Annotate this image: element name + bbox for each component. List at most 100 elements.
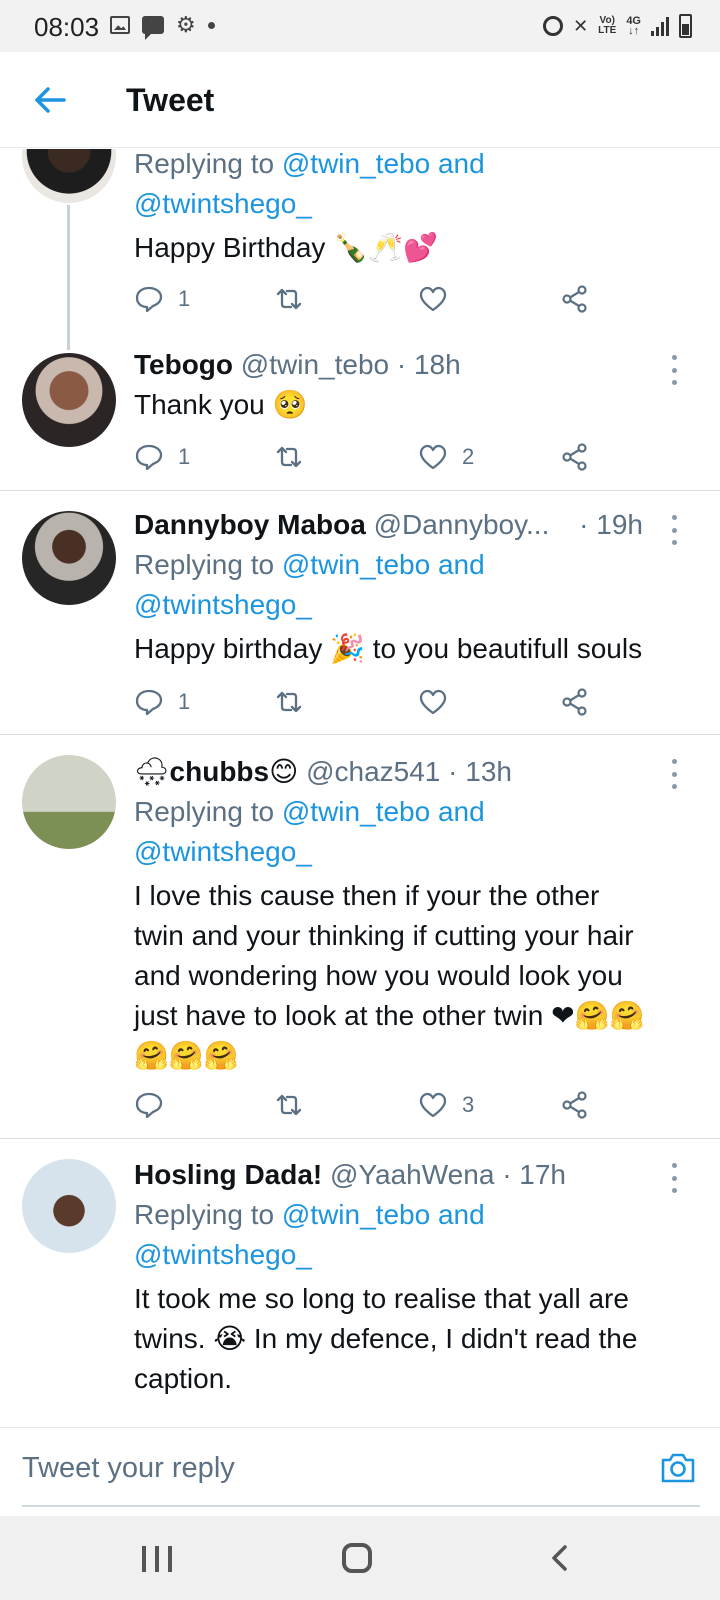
heart-icon [419, 286, 447, 312]
more-options-icon[interactable] [670, 515, 678, 545]
tweet-emoji: 🍾🥂💕 [333, 231, 438, 264]
avatar[interactable] [22, 1159, 116, 1253]
avatar[interactable] [22, 511, 116, 605]
author-name[interactable]: Hosling Dada! [134, 1159, 322, 1190]
tweet-time: · 13h [448, 756, 512, 787]
avatar[interactable] [22, 149, 116, 203]
battery-icon [679, 14, 692, 38]
share-button[interactable] [560, 281, 590, 317]
tweet-actions: 3 [134, 1087, 604, 1123]
tweet-item[interactable]: 🌨chubbs😊 @chaz541 · 13h Replying to @twi… [0, 735, 720, 1139]
mention-link[interactable]: @twintshego_ [134, 836, 312, 867]
like-button[interactable] [418, 684, 462, 720]
name-emoji: 😊 [269, 755, 299, 788]
mention-link[interactable]: @twin_tebo and [282, 149, 485, 179]
reply-input[interactable]: Tweet your reply [22, 1452, 235, 1485]
tweet-time: · 18h [396, 349, 461, 380]
tweet-emoji: 😭 [213, 1322, 247, 1355]
author-name[interactable]: Dannyboy Maboa [134, 509, 366, 540]
tweet-time: · 19h [579, 509, 643, 540]
tweet-emoji: 🎉 [330, 632, 365, 665]
heart-icon [419, 689, 447, 715]
reply-button[interactable]: 1 [134, 684, 190, 720]
status-time: 08:03 [34, 12, 100, 42]
tweet-actions: 1 [134, 281, 604, 317]
share-icon [562, 688, 587, 716]
author-handle[interactable]: @chaz541 [306, 756, 440, 787]
heart-icon [419, 444, 447, 470]
name-emoji: 🌨 [134, 755, 170, 788]
share-button[interactable] [560, 684, 590, 720]
system-back-icon[interactable] [548, 1544, 572, 1572]
heart-icon [419, 1092, 447, 1118]
more-options-icon[interactable] [670, 355, 678, 385]
retweet-button[interactable] [274, 439, 318, 475]
avatar[interactable] [22, 755, 116, 849]
gallery-notification-icon [110, 16, 130, 34]
tweet-emoji: ❤🤗🤗 [551, 999, 645, 1032]
retweet-icon [276, 446, 302, 468]
app-header: Tweet [0, 52, 720, 148]
reply-count: 1 [178, 689, 191, 714]
like-button[interactable] [418, 281, 462, 317]
tweet-item[interactable]: Hosling Dada! @YaahWena · 17h Replying t… [0, 1139, 720, 1427]
tweet-time: · 17h [502, 1159, 567, 1190]
thread-line [67, 205, 70, 350]
replying-to-label: Replying to [134, 796, 275, 827]
author-handle[interactable]: @Dannyboy... [374, 509, 550, 540]
like-button[interactable]: 3 [418, 1087, 474, 1123]
reply-icon [135, 444, 163, 471]
tweet-text: It took me so long to realise that yall … [134, 1283, 638, 1394]
more-options-icon[interactable] [670, 759, 678, 789]
mute-icon: ✕ [573, 15, 589, 36]
mention-link[interactable]: @twin_tebo and [282, 1199, 485, 1230]
mention-link[interactable]: @twin_tebo and [282, 549, 485, 580]
replying-to-label: Replying to [134, 149, 275, 179]
reply-count: 1 [178, 444, 191, 469]
author-handle[interactable]: @twin_tebo [241, 349, 389, 380]
camera-icon[interactable] [658, 1448, 698, 1488]
mention-link[interactable]: @twintshego_ [134, 589, 312, 620]
replying-to-label: Replying to [134, 549, 275, 580]
retweet-button[interactable] [274, 281, 318, 317]
tweet-item[interactable]: Tebogo @twin_tebo · 18h Thank you 🥺 1 2 [0, 339, 720, 491]
mention-link[interactable]: @twin_tebo and [282, 796, 485, 827]
reply-icon [135, 689, 163, 716]
tweet-text: I love this cause then if your the other… [134, 876, 696, 1076]
reply-count: 1 [178, 286, 191, 311]
share-button[interactable] [560, 439, 590, 475]
author-handle[interactable]: @YaahWena [330, 1159, 494, 1190]
avatar[interactable] [22, 353, 116, 447]
reply-composer: Tweet your reply [0, 1427, 720, 1516]
share-button[interactable] [560, 1087, 590, 1123]
mention-link[interactable]: @twintshego_ [134, 188, 312, 219]
more-notifications-icon [207, 21, 215, 29]
page-title: Tweet [126, 82, 215, 118]
retweet-button[interactable] [274, 1087, 318, 1123]
mention-link[interactable]: @twintshego_ [134, 1239, 312, 1270]
reply-feed[interactable]: Replying to @twin_tebo and @twintshego_ … [0, 149, 720, 1427]
back-arrow-icon[interactable] [30, 80, 70, 120]
reply-button[interactable]: 1 [134, 439, 190, 475]
retweet-icon [276, 1094, 302, 1116]
more-options-icon[interactable] [670, 1163, 678, 1193]
alarm-icon [543, 16, 564, 36]
reply-button[interactable]: 1 [134, 281, 190, 317]
tweet-item[interactable]: Dannyboy Maboa @Dannyboy... · 19h Replyi… [0, 491, 720, 735]
tweet-item[interactable]: Replying to @twin_tebo and @twintshego_ … [0, 149, 720, 350]
tweet-actions: 1 2 [134, 439, 604, 475]
author-name[interactable]: Tebogo [134, 349, 233, 380]
home-icon[interactable] [342, 1543, 372, 1573]
reply-button[interactable] [134, 1087, 178, 1123]
retweet-icon [276, 288, 302, 310]
retweet-button[interactable] [274, 684, 318, 720]
tweet-text: Thank you 🥺 [134, 388, 308, 421]
author-name[interactable]: chubbs [170, 756, 270, 787]
volte-icon: Vo) LTE [598, 15, 617, 36]
like-count: 3 [462, 1092, 475, 1117]
recent-apps-icon[interactable] [142, 1546, 172, 1572]
signal-icon [651, 16, 669, 36]
tweet-text: Happy birthday 🎉 to you beautifull souls [134, 632, 643, 665]
like-button[interactable]: 2 [418, 439, 474, 475]
tweet-text: Happy Birthday 🍾🥂💕 [134, 231, 438, 264]
